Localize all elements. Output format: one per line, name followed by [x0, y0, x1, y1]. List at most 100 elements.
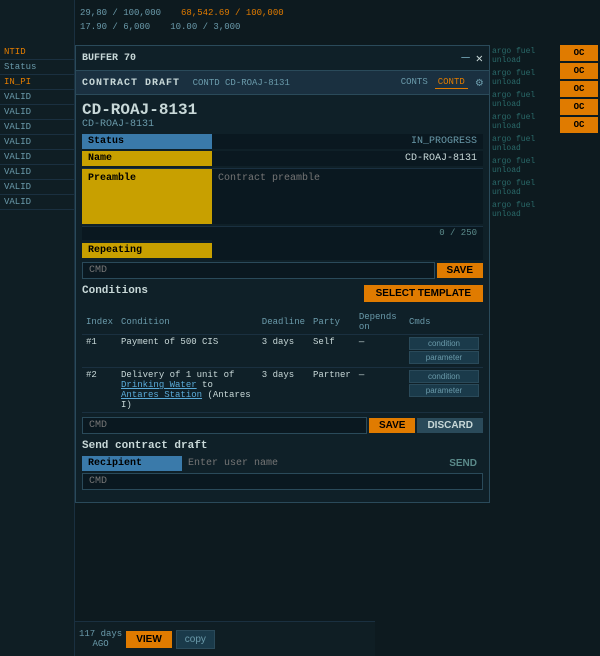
select-template-button[interactable]: SELECT TEMPLATE	[364, 285, 483, 302]
cond2-deadline: 3 days	[258, 368, 309, 413]
save-button-1[interactable]: SAVE	[437, 263, 484, 278]
cond2-antares-station-link[interactable]: Antares Station	[121, 390, 202, 400]
cond2-parameter-btn[interactable]: parameter	[409, 384, 479, 397]
col-party: Party	[309, 310, 355, 335]
cond2-index: #2	[82, 368, 117, 413]
stat-value-1: 29,80 / 100,000	[80, 6, 161, 20]
modal-controls: — ✕	[461, 50, 483, 66]
cond1-cmds: condition parameter	[405, 335, 483, 368]
sidebar-item-valid7[interactable]: VALID	[0, 180, 75, 195]
cond2-cmds: condition parameter	[405, 368, 483, 413]
stat-value-4: 10.00 / 3,000	[170, 20, 240, 34]
modal-title: BUFFER 70	[82, 53, 136, 64]
modal-titlebar: BUFFER 70 — ✕	[76, 46, 489, 71]
preamble-counter: 0 / 250	[82, 226, 483, 240]
cmd-input-send[interactable]	[82, 473, 483, 490]
stat-value-3: 17.90 / 6,000	[80, 20, 150, 34]
recipient-input[interactable]	[182, 456, 443, 471]
bg-content-rows: argo fuel unload argo fuel unload argo f…	[490, 45, 560, 655]
sidebar-list: NTID Status IN_PI VALID VALID VALID VALI…	[0, 45, 75, 210]
right-btn-3[interactable]: OC	[560, 81, 598, 97]
cond1-party: Self	[309, 335, 355, 368]
col-index: Index	[82, 310, 117, 335]
modal-body: CD-ROAJ-8131 CD-ROAJ-8131 Status IN_PROG…	[76, 95, 489, 502]
cmd-input-2[interactable]	[82, 417, 367, 434]
top-stats-bar: 29,80 / 100,000 68,542.69 / 100,000 17.9…	[75, 0, 565, 40]
right-btn-1[interactable]: OC	[560, 45, 598, 61]
contract-id-sub: CD-ROAJ-8131	[82, 119, 483, 130]
cond2-drinking-water-link[interactable]: Drinking Water	[121, 380, 197, 390]
right-btn-2[interactable]: OC	[560, 63, 598, 79]
col-depends: Depends on	[355, 310, 405, 335]
modal-header-info: CONTRACT DRAFT CONTD CD-ROAJ-8131	[82, 77, 290, 89]
repeating-row: Repeating	[82, 240, 483, 260]
status-label: Status	[82, 134, 212, 149]
cond2-condition-btn[interactable]: condition	[409, 370, 479, 383]
preamble-label: Preamble	[82, 169, 212, 224]
condition-row-2: #2 Delivery of 1 unit of Drinking Water …	[82, 368, 483, 413]
status-row: Status IN_PROGRESS	[82, 134, 483, 149]
cond2-depends: —	[355, 368, 405, 413]
right-btn-4[interactable]: OC	[560, 99, 598, 115]
sidebar-item-inpi[interactable]: IN_PI	[0, 75, 75, 90]
contract-id-main: CD-ROAJ-8131	[82, 101, 483, 119]
repeating-label: Repeating	[82, 243, 212, 258]
preamble-section: Preamble	[82, 168, 483, 224]
sidebar-item-valid8[interactable]: VALID	[0, 195, 75, 210]
tab-contd[interactable]: CONTD	[435, 76, 468, 89]
sidebar-item-valid3[interactable]: VALID	[0, 120, 75, 135]
name-row: Name CD-ROAJ-8131	[82, 151, 483, 166]
name-label: Name	[82, 151, 212, 166]
bottom-bar: 117 days AGO VIEW copy	[75, 621, 375, 656]
cmd-row-2: SAVE DISCARD	[82, 417, 483, 434]
left-sidebar: NTID Status IN_PI VALID VALID VALID VALI…	[0, 0, 75, 656]
col-cmds: Cmds	[405, 310, 483, 335]
sidebar-item-valid2[interactable]: VALID	[0, 105, 75, 120]
cond2-condition: Delivery of 1 unit of Drinking Water to …	[117, 368, 258, 413]
cmd-input-1[interactable]	[82, 262, 435, 279]
stat-value-2: 68,542.69 / 100,000	[181, 6, 284, 20]
sidebar-item-ntid[interactable]: NTID	[0, 45, 75, 60]
preamble-input[interactable]	[212, 169, 483, 224]
save-button-2[interactable]: SAVE	[369, 418, 416, 433]
cmd-row-1: SAVE	[82, 262, 483, 279]
cond1-condition: Payment of 500 CIS	[117, 335, 258, 368]
sidebar-item-status[interactable]: Status	[0, 60, 75, 75]
recipient-row: Recipient SEND	[82, 456, 483, 471]
send-section: Send contract draft Recipient SEND	[82, 440, 483, 490]
recipient-label: Recipient	[82, 456, 182, 471]
name-value: CD-ROAJ-8131	[212, 151, 483, 166]
view-button[interactable]: VIEW	[126, 631, 172, 648]
buffer-modal: BUFFER 70 — ✕ CONTRACT DRAFT CONTD CD-RO…	[75, 45, 490, 503]
close-button[interactable]: ✕	[476, 51, 483, 66]
sidebar-item-valid5[interactable]: VALID	[0, 150, 75, 165]
modal-header-sub: CONTD CD-ROAJ-8131	[193, 78, 290, 88]
col-condition: Condition	[117, 310, 258, 335]
conditions-header: SELECT TEMPLATE Conditions	[82, 285, 483, 306]
conditions-table: Index Condition Deadline Party Depends o…	[82, 310, 483, 413]
sidebar-item-valid6[interactable]: VALID	[0, 165, 75, 180]
right-button-bar: OC OC OC OC OC	[560, 0, 600, 656]
modal-header-title: CONTRACT DRAFT	[82, 78, 180, 89]
contract-id-section: CD-ROAJ-8131 CD-ROAJ-8131	[82, 101, 483, 130]
minimize-button[interactable]: —	[461, 50, 469, 66]
col-deadline: Deadline	[258, 310, 309, 335]
cond2-party: Partner	[309, 368, 355, 413]
copy-button[interactable]: copy	[176, 630, 215, 649]
days-ago-display: 117 days AGO	[79, 629, 122, 649]
cond1-condition-btn[interactable]: condition	[409, 337, 479, 350]
tab-conts[interactable]: CONTS	[398, 76, 431, 89]
sidebar-item-valid1[interactable]: VALID	[0, 90, 75, 105]
sidebar-item-valid4[interactable]: VALID	[0, 135, 75, 150]
discard-button[interactable]: DISCARD	[417, 418, 483, 433]
status-value: IN_PROGRESS	[212, 134, 483, 149]
cond1-parameter-btn[interactable]: parameter	[409, 351, 479, 364]
modal-tabs: CONTS CONTD	[398, 76, 468, 89]
cond1-deadline: 3 days	[258, 335, 309, 368]
cond1-index: #1	[82, 335, 117, 368]
settings-icon[interactable]: ⚙	[476, 75, 483, 90]
send-button[interactable]: SEND	[443, 456, 483, 471]
cond1-depends: —	[355, 335, 405, 368]
cmd-row-send	[82, 473, 483, 490]
right-btn-5[interactable]: OC	[560, 117, 598, 133]
